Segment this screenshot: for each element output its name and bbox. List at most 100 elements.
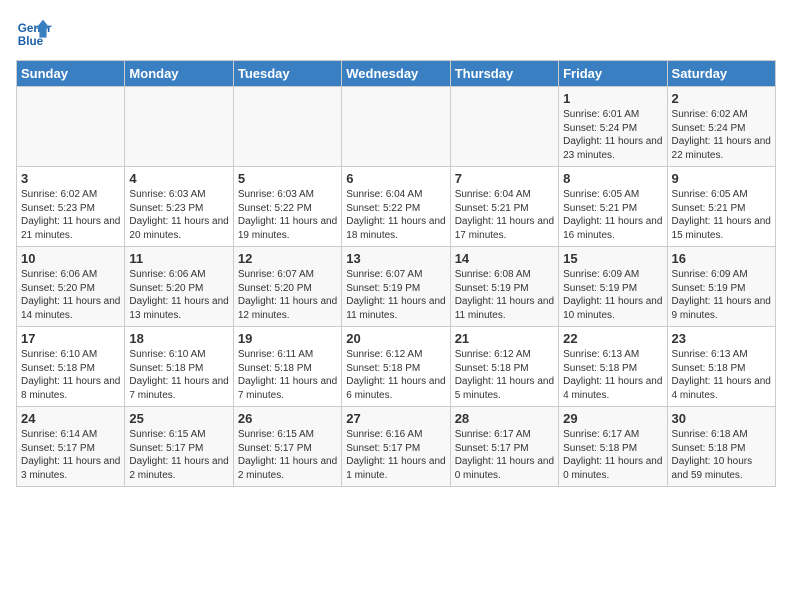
calendar-table: SundayMondayTuesdayWednesdayThursdayFrid… [16, 60, 776, 487]
calendar-cell: 10Sunrise: 6:06 AM Sunset: 5:20 PM Dayli… [17, 247, 125, 327]
calendar-cell: 2 Sunrise: 6:02 AM Sunset: 5:24 PM Daylig… [667, 87, 775, 167]
calendar-cell: 22 Sunrise: 6:13 AM Sunset: 5:18 PM Dayli… [559, 327, 667, 407]
cell-info: Sunrise: 6:02 AM Sunset: 5:23 PM Dayligh… [21, 188, 120, 242]
day-number: 27 [346, 411, 445, 426]
cell-info: Sunrise: 6:05 AM Sunset: 5:21 PM Dayligh… [672, 188, 771, 242]
calendar-cell: 19 Sunrise: 6:11 AM Sunset: 5:18 PM Dayli… [233, 327, 341, 407]
day-number: 25 [129, 411, 228, 426]
cell-info: Sunrise: 6:14 AM Sunset: 5:17 PM Dayligh… [21, 428, 120, 482]
calendar-cell: 13 Sunrise: 6:07 AM Sunset: 5:19 PM Dayli… [342, 247, 450, 327]
calendar-cell: 16 Sunrise: 6:09 AM Sunset: 5:19 PM Dayli… [667, 247, 775, 327]
day-number: 19 [238, 331, 337, 346]
cell-info: Sunrise: 6:16 AM Sunset: 5:17 PM Dayligh… [346, 428, 445, 482]
calendar-cell: 12 Sunrise: 6:07 AM Sunset: 5:20 PM Dayli… [233, 247, 341, 327]
cell-info: Sunrise: 6:01 AM Sunset: 5:24 PM Dayligh… [563, 108, 662, 162]
day-number: 1 [563, 91, 662, 106]
cell-info: Sunrise: 6:18 AM Sunset: 5:18 PM Dayligh… [672, 428, 771, 482]
day-number: 7 [455, 171, 554, 186]
calendar-cell: 15 Sunrise: 6:09 AM Sunset: 5:19 PM Dayli… [559, 247, 667, 327]
day-number: 6 [346, 171, 445, 186]
calendar-cell: 17 Sunrise: 6:10 AM Sunset: 5:18 PM Dayli… [17, 327, 125, 407]
cell-info: Sunrise: 6:07 AM Sunset: 5:19 PM Dayligh… [346, 268, 445, 322]
day-number: 5 [238, 171, 337, 186]
day-number: 30 [672, 411, 771, 426]
calendar-cell: 8 Sunrise: 6:05 AM Sunset: 5:21 PM Daylig… [559, 167, 667, 247]
cell-info: Sunrise: 6:10 AM Sunset: 5:18 PM Dayligh… [129, 348, 228, 402]
calendar-cell: 3 Sunrise: 6:02 AM Sunset: 5:23 PM Daylig… [17, 167, 125, 247]
calendar-cell: 14 Sunrise: 6:08 AM Sunset: 5:19 PM Dayli… [450, 247, 558, 327]
cell-info: Sunrise: 6:17 AM Sunset: 5:18 PM Dayligh… [563, 428, 662, 482]
calendar-cell: 9 Sunrise: 6:05 AM Sunset: 5:21 PM Daylig… [667, 167, 775, 247]
calendar-cell [17, 87, 125, 167]
day-number: 21 [455, 331, 554, 346]
day-number: 18 [129, 331, 228, 346]
day-number: 12 [238, 251, 337, 266]
day-number: 14 [455, 251, 554, 266]
logo: General Blue [16, 16, 56, 52]
cell-info: Sunrise: 6:06 AM Sunset: 5:20 PM Dayligh… [129, 268, 228, 322]
cell-info: Sunrise: 6:12 AM Sunset: 5:18 PM Dayligh… [346, 348, 445, 402]
calendar-cell: 18 Sunrise: 6:10 AM Sunset: 5:18 PM Dayli… [125, 327, 233, 407]
day-number: 22 [563, 331, 662, 346]
day-number: 24 [21, 411, 120, 426]
cell-info: Sunrise: 6:17 AM Sunset: 5:17 PM Dayligh… [455, 428, 554, 482]
day-header-saturday: Saturday [667, 61, 775, 87]
cell-info: Sunrise: 6:08 AM Sunset: 5:19 PM Dayligh… [455, 268, 554, 322]
cell-info: Sunrise: 6:07 AM Sunset: 5:20 PM Dayligh… [238, 268, 337, 322]
day-number: 28 [455, 411, 554, 426]
day-number: 9 [672, 171, 771, 186]
day-number: 17 [21, 331, 120, 346]
day-number: 23 [672, 331, 771, 346]
cell-info: Sunrise: 6:12 AM Sunset: 5:18 PM Dayligh… [455, 348, 554, 402]
day-number: 11 [129, 251, 228, 266]
day-number: 4 [129, 171, 228, 186]
day-number: 26 [238, 411, 337, 426]
calendar-cell: 5 Sunrise: 6:03 AM Sunset: 5:22 PM Daylig… [233, 167, 341, 247]
calendar-cell: 24 Sunrise: 6:14 AM Sunset: 5:17 PM Dayli… [17, 407, 125, 487]
cell-info: Sunrise: 6:10 AM Sunset: 5:18 PM Dayligh… [21, 348, 120, 402]
calendar-cell: 29 Sunrise: 6:17 AM Sunset: 5:18 PM Dayli… [559, 407, 667, 487]
calendar-cell: 25 Sunrise: 6:15 AM Sunset: 5:17 PM Dayli… [125, 407, 233, 487]
logo-icon: General Blue [16, 16, 52, 52]
calendar-cell: 21 Sunrise: 6:12 AM Sunset: 5:18 PM Dayli… [450, 327, 558, 407]
cell-info: Sunrise: 6:13 AM Sunset: 5:18 PM Dayligh… [563, 348, 662, 402]
day-number: 20 [346, 331, 445, 346]
cell-info: Sunrise: 6:09 AM Sunset: 5:19 PM Dayligh… [672, 268, 771, 322]
day-number: 3 [21, 171, 120, 186]
calendar-cell: 28 Sunrise: 6:17 AM Sunset: 5:17 PM Dayli… [450, 407, 558, 487]
cell-info: Sunrise: 6:03 AM Sunset: 5:22 PM Dayligh… [238, 188, 337, 242]
cell-info: Sunrise: 6:15 AM Sunset: 5:17 PM Dayligh… [129, 428, 228, 482]
cell-info: Sunrise: 6:03 AM Sunset: 5:23 PM Dayligh… [129, 188, 228, 242]
calendar-cell: 30 Sunrise: 6:18 AM Sunset: 5:18 PM Dayli… [667, 407, 775, 487]
day-number: 15 [563, 251, 662, 266]
cell-info: Sunrise: 6:05 AM Sunset: 5:21 PM Dayligh… [563, 188, 662, 242]
day-number: 16 [672, 251, 771, 266]
day-header-tuesday: Tuesday [233, 61, 341, 87]
calendar-cell: 7Sunrise: 6:04 AM Sunset: 5:21 PM Daylig… [450, 167, 558, 247]
cell-info: Sunrise: 6:11 AM Sunset: 5:18 PM Dayligh… [238, 348, 337, 402]
svg-text:General: General [18, 22, 52, 35]
calendar-cell: 4 Sunrise: 6:03 AM Sunset: 5:23 PM Daylig… [125, 167, 233, 247]
day-number: 2 [672, 91, 771, 106]
calendar-cell [233, 87, 341, 167]
calendar-cell [450, 87, 558, 167]
day-number: 10 [21, 251, 120, 266]
calendar-cell: 1 Sunrise: 6:01 AM Sunset: 5:24 PM Daylig… [559, 87, 667, 167]
day-number: 8 [563, 171, 662, 186]
calendar-cell [125, 87, 233, 167]
day-header-wednesday: Wednesday [342, 61, 450, 87]
calendar-cell: 23Sunrise: 6:13 AM Sunset: 5:18 PM Dayli… [667, 327, 775, 407]
calendar-cell: 26 Sunrise: 6:15 AM Sunset: 5:17 PM Dayli… [233, 407, 341, 487]
day-number: 29 [563, 411, 662, 426]
day-number: 13 [346, 251, 445, 266]
cell-info: Sunrise: 6:15 AM Sunset: 5:17 PM Dayligh… [238, 428, 337, 482]
calendar-cell [342, 87, 450, 167]
calendar-cell: 6 Sunrise: 6:04 AM Sunset: 5:22 PM Daylig… [342, 167, 450, 247]
day-header-sunday: Sunday [17, 61, 125, 87]
cell-info: Sunrise: 6:09 AM Sunset: 5:19 PM Dayligh… [563, 268, 662, 322]
day-header-monday: Monday [125, 61, 233, 87]
day-header-friday: Friday [559, 61, 667, 87]
cell-info: Sunrise: 6:02 AM Sunset: 5:24 PM Dayligh… [672, 108, 771, 162]
calendar-cell: 27 Sunrise: 6:16 AM Sunset: 5:17 PM Dayli… [342, 407, 450, 487]
cell-info: Sunrise: 6:04 AM Sunset: 5:22 PM Dayligh… [346, 188, 445, 242]
